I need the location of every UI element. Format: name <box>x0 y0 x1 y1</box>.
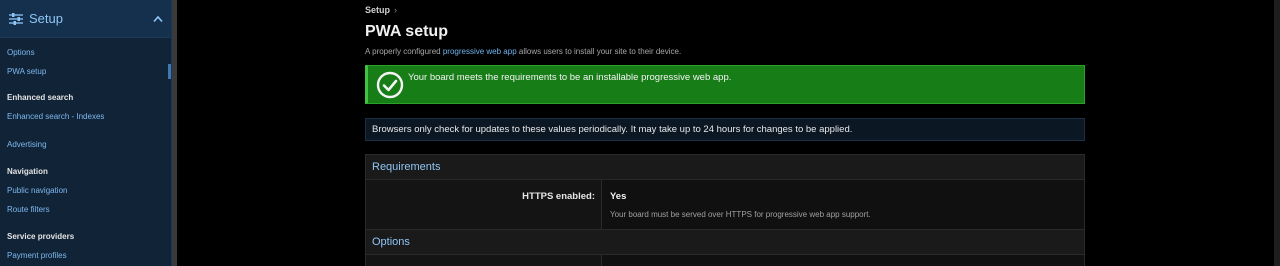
chevron-up-icon[interactable] <box>153 15 163 23</box>
sidebar-item-options[interactable]: Options <box>0 43 171 62</box>
success-message: Your board meets the requirements to be … <box>365 65 1085 104</box>
sidebar-header[interactable]: Setup <box>0 0 171 38</box>
sliders-icon <box>9 12 23 25</box>
page-title: PWA setup <box>365 23 448 40</box>
description-suffix: allows users to install your site to the… <box>516 47 682 56</box>
sidebar: Setup Options PWA setup Enhanced search … <box>0 0 172 266</box>
update-notice: Browsers only check for updates to these… <box>365 118 1085 141</box>
options-row <box>366 255 1084 266</box>
sidebar-item-public-navigation[interactable]: Public navigation <box>0 181 171 200</box>
page-description: A properly configured progressive web ap… <box>365 47 681 56</box>
options-heading: Options <box>366 230 1084 255</box>
breadcrumb-separator: › <box>394 5 398 15</box>
sidebar-group-enhanced-search: Enhanced search <box>7 93 74 102</box>
sidebar-group-navigation: Navigation <box>7 167 48 176</box>
breadcrumb-link-setup[interactable]: Setup <box>365 5 390 15</box>
breadcrumb: Setup › <box>365 5 397 15</box>
requirement-label: HTTPS enabled: <box>366 180 602 229</box>
page-scrollbar[interactable] <box>1274 0 1280 266</box>
sidebar-item-advertising[interactable]: Advertising <box>0 135 171 154</box>
requirement-hint: Your board must be served over HTTPS for… <box>610 210 871 219</box>
requirement-value: Yes <box>610 191 627 202</box>
requirements-heading: Requirements <box>366 155 1084 180</box>
settings-block: Requirements HTTPS enabled: Yes Your boa… <box>365 154 1085 266</box>
sidebar-title: Setup <box>29 11 63 26</box>
sidebar-item-enhanced-search-indexes[interactable]: Enhanced search - Indexes <box>0 107 171 126</box>
sidebar-item-pwa-setup[interactable]: PWA setup <box>0 62 171 81</box>
requirement-row-https: HTTPS enabled: Yes Your board must be se… <box>366 180 1084 230</box>
sidebar-item-payment-profiles[interactable]: Payment profiles <box>0 246 171 265</box>
pwa-info-link[interactable]: progressive web app <box>443 47 517 56</box>
description-prefix: A properly configured <box>365 47 443 56</box>
sidebar-scrollbar[interactable] <box>172 0 177 266</box>
sidebar-list: Options PWA setup Enhanced search Enhanc… <box>0 38 171 265</box>
sidebar-group-service-providers: Service providers <box>7 232 75 241</box>
check-circle-icon <box>376 71 404 99</box>
sidebar-item-route-filters[interactable]: Route filters <box>0 200 171 219</box>
success-text: Your board meets the requirements to be … <box>408 72 732 83</box>
